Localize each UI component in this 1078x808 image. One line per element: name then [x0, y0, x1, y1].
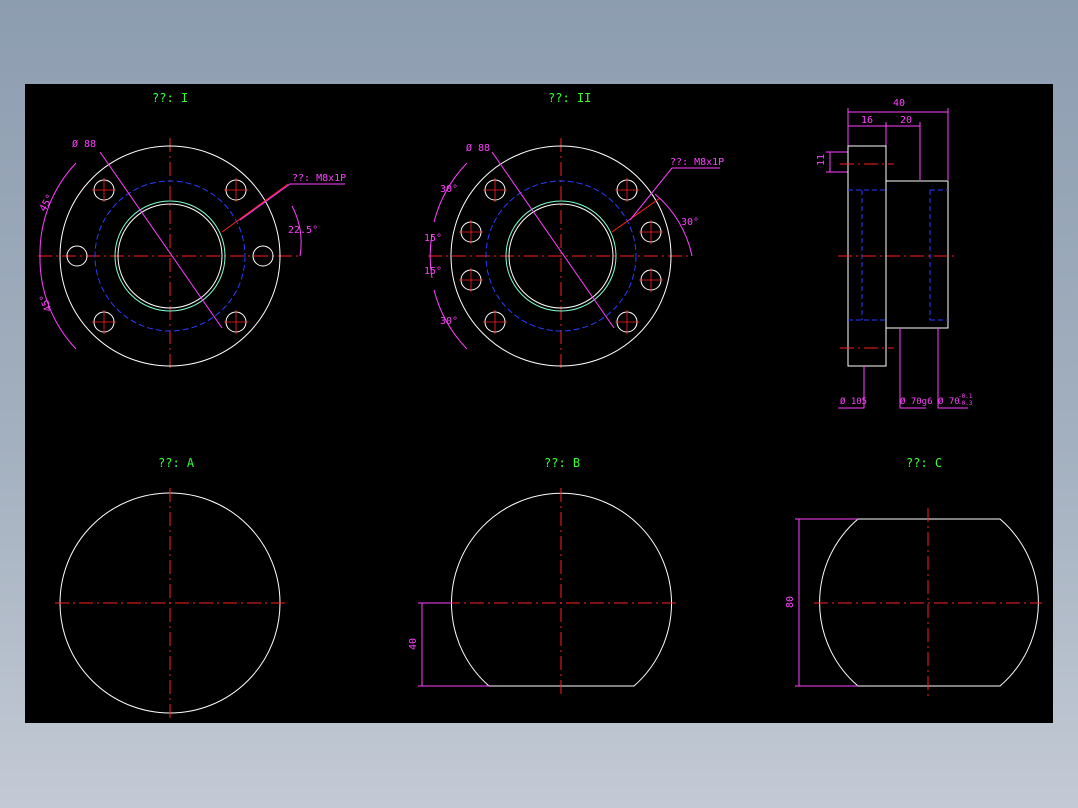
view-b-height-label: 40 [408, 638, 419, 650]
side-tol-upper: -0.1 [958, 393, 973, 400]
view-1-angle-right-label: 22.5° [288, 225, 318, 236]
view-c-title: ??: C [906, 456, 942, 470]
side-hidden-lines [848, 189, 948, 321]
view-1-title: ??: I [152, 91, 188, 105]
side-offset-label: 11 [816, 154, 827, 166]
view-2-angle-mid2-label: 15° [424, 266, 442, 277]
side-d2-label: Ø 70g6 [900, 396, 933, 407]
side-flange-label: 16 [861, 115, 873, 126]
view-2-angle-right-label: 30° [681, 217, 699, 228]
drawing-svg: ??: I Ø 88 45° 45° ??: M8x1P 22.5° ??: I… [38, 91, 1042, 718]
view-1-angle-bottom-label: 45° [38, 292, 55, 313]
side-d1-label: Ø 105 [840, 396, 867, 407]
view-2-flange-8-holes: ??: II Ø 88 30° 15° 15° 30° ??: M8x1P 30… [424, 91, 724, 372]
view-a-title: ??: A [158, 456, 195, 470]
side-section-view: 40 16 20 11 Ø 105 Ø 70g6 Ø 70 -0.1 -0.3 [816, 98, 973, 409]
side-body-label: 20 [900, 115, 912, 126]
view-1-pcd-label: Ø 88 [72, 138, 96, 150]
view-c-double-flat: ??: C 80 [785, 456, 1042, 698]
view-2-pcd-label: Ø 88 [466, 142, 490, 154]
view-2-angle-mid1-label: 15° [424, 233, 442, 244]
side-body-outline [885, 180, 949, 329]
view-2-pcd-leader [491, 151, 615, 329]
cad-viewer-window: ??: I Ø 88 45° 45° ??: M8x1P 22.5° ??: I… [0, 0, 1078, 808]
view-2-thread-leader [629, 167, 720, 221]
view-2-angle-bottom-label: 30° [440, 316, 458, 327]
view-b-title: ??: B [544, 456, 580, 470]
drawing-canvas[interactable]: ??: I Ø 88 45° 45° ??: M8x1P 22.5° ??: I… [25, 84, 1053, 723]
side-d3-label: Ø 70 [938, 396, 960, 407]
view-a-full-circle: ??: A [55, 456, 285, 718]
side-d2-leader [899, 328, 926, 409]
side-tol-lower: -0.3 [958, 400, 973, 407]
view-1-thread-leader-red [221, 183, 289, 233]
view-2-thread-label: ??: M8x1P [670, 157, 724, 168]
view-2-title: ??: II [548, 91, 591, 105]
view-2-thread-leader-red [611, 197, 661, 233]
view-1-thread-label: ??: M8x1P [292, 173, 346, 184]
side-total-label: 40 [893, 98, 905, 109]
view-b-single-flat: ??: B 40 [408, 456, 676, 696]
view-2-angle-top-label: 30° [440, 184, 458, 195]
view-1-pcd-leader [99, 151, 223, 329]
view-c-height-label: 80 [785, 596, 796, 608]
view-1-thread-leader [239, 183, 345, 221]
view-1-flange-6-holes: ??: I Ø 88 45° 45° ??: M8x1P 22.5° [38, 91, 346, 372]
